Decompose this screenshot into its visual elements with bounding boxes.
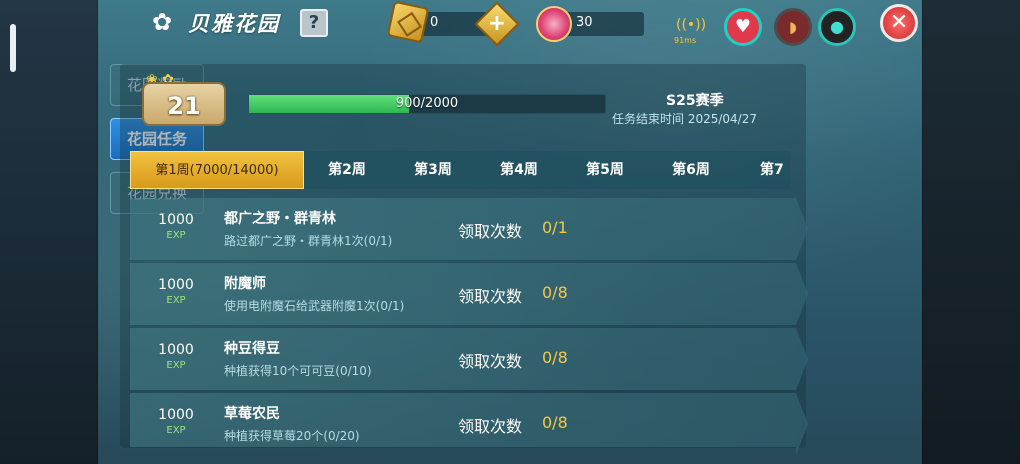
tab-week-5[interactable]: 第5周	[562, 151, 648, 189]
season-label: S25赛季	[666, 93, 724, 109]
week-tabs: 第1周(7000/14000) 第2周 第3周 第4周 第5周 第6周 第7	[130, 151, 790, 189]
tab-week-6[interactable]: 第6周	[648, 151, 734, 189]
flower-icon: ✿	[151, 8, 173, 36]
food-icon: ◗	[789, 18, 797, 36]
health-status-icon[interactable]: ♥	[724, 8, 762, 46]
page-title: 贝雅花园	[188, 12, 280, 36]
plus-icon: +	[487, 11, 507, 36]
claim-count-value: 0/8	[542, 348, 568, 367]
exp-value: 1000	[158, 212, 194, 228]
food-status-icon[interactable]: ◗	[774, 8, 812, 46]
water-status-icon[interactable]: ●	[818, 8, 856, 46]
task-description: 种植获得草莓20个(0/20)	[224, 429, 360, 443]
exp-unit: EXP	[166, 230, 186, 241]
heart-icon: ♥	[734, 16, 752, 37]
xp-progress-bar: 900/2000	[248, 94, 606, 114]
task-row[interactable]: 1000 EXP 附魔师 使用电附魔石给武器附魔1次(0/1) 领取次数 0/8	[130, 263, 808, 325]
tab-week-7[interactable]: 第7	[734, 151, 790, 189]
claim-count-value: 0/8	[542, 413, 568, 432]
water-drop-icon: ●	[830, 17, 844, 36]
gold-ticket-icon	[386, 0, 430, 44]
task-name: 附魔师	[224, 276, 266, 292]
exp-unit: EXP	[166, 295, 186, 306]
edge-handle[interactable]	[10, 24, 16, 72]
task-exp-reward: 1000 EXP	[130, 212, 222, 241]
scene-right-backdrop	[920, 0, 1020, 464]
exp-value: 1000	[158, 342, 194, 358]
season-end-time: 任务结束时间 2025/04/27	[612, 112, 757, 126]
exp-unit: EXP	[166, 425, 186, 436]
task-row[interactable]: 1000 EXP 草莓农民 种植获得草莓20个(0/20) 领取次数 0/8	[130, 393, 808, 455]
help-button[interactable]: ?	[300, 9, 328, 37]
add-currency-button[interactable]: +	[474, 1, 520, 47]
task-name: 草莓农民	[224, 406, 280, 422]
exp-value: 1000	[158, 407, 194, 423]
wifi-icon: ((•))	[676, 17, 707, 33]
task-description: 路过都广之野・群青林1次(0/1)	[224, 234, 393, 248]
claim-count-label: 领取次数	[458, 352, 523, 371]
task-exp-reward: 1000 EXP	[130, 407, 222, 436]
exp-value: 1000	[158, 277, 194, 293]
task-row[interactable]: 1000 EXP 都广之野・群青林 路过都广之野・群青林1次(0/1) 领取次数…	[130, 198, 808, 260]
task-exp-reward: 1000 EXP	[130, 277, 222, 306]
gold-currency-value: 0	[430, 15, 439, 30]
task-exp-reward: 1000 EXP	[130, 342, 222, 371]
tab-week-4[interactable]: 第4周	[476, 151, 562, 189]
task-row[interactable]: 1000 EXP 种豆得豆 种植获得10个可可豆(0/10) 领取次数 0/8	[130, 328, 808, 390]
task-description: 种植获得10个可可豆(0/10)	[224, 364, 372, 378]
claim-count-value: 0/1	[542, 218, 568, 237]
garden-level: 21	[167, 92, 201, 120]
tab-week-2[interactable]: 第2周	[304, 151, 390, 189]
claim-count-label: 领取次数	[458, 287, 523, 306]
top-bar: ✿ 贝雅花园 ? 0 + 30 ((•)) 91ms ♥ ◗ ● ✕	[98, 0, 922, 47]
task-name: 都广之野・群青林	[224, 211, 336, 227]
claim-count-label: 领取次数	[458, 417, 523, 436]
close-button[interactable]: ✕	[880, 4, 918, 42]
ping-text: 91ms	[674, 36, 697, 45]
flower-currency-icon	[536, 6, 572, 42]
task-name: 种豆得豆	[224, 341, 280, 357]
exp-unit: EXP	[166, 360, 186, 371]
task-description: 使用电附魔石给武器附魔1次(0/1)	[224, 299, 405, 313]
xp-progress-text: 900/2000	[395, 96, 459, 111]
claim-count-value: 0/8	[542, 283, 568, 302]
claim-count-label: 领取次数	[458, 222, 523, 241]
flower-currency-value: 30	[576, 15, 593, 30]
tab-week-3[interactable]: 第3周	[390, 151, 476, 189]
tab-week-1[interactable]: 第1周(7000/14000)	[130, 151, 304, 189]
